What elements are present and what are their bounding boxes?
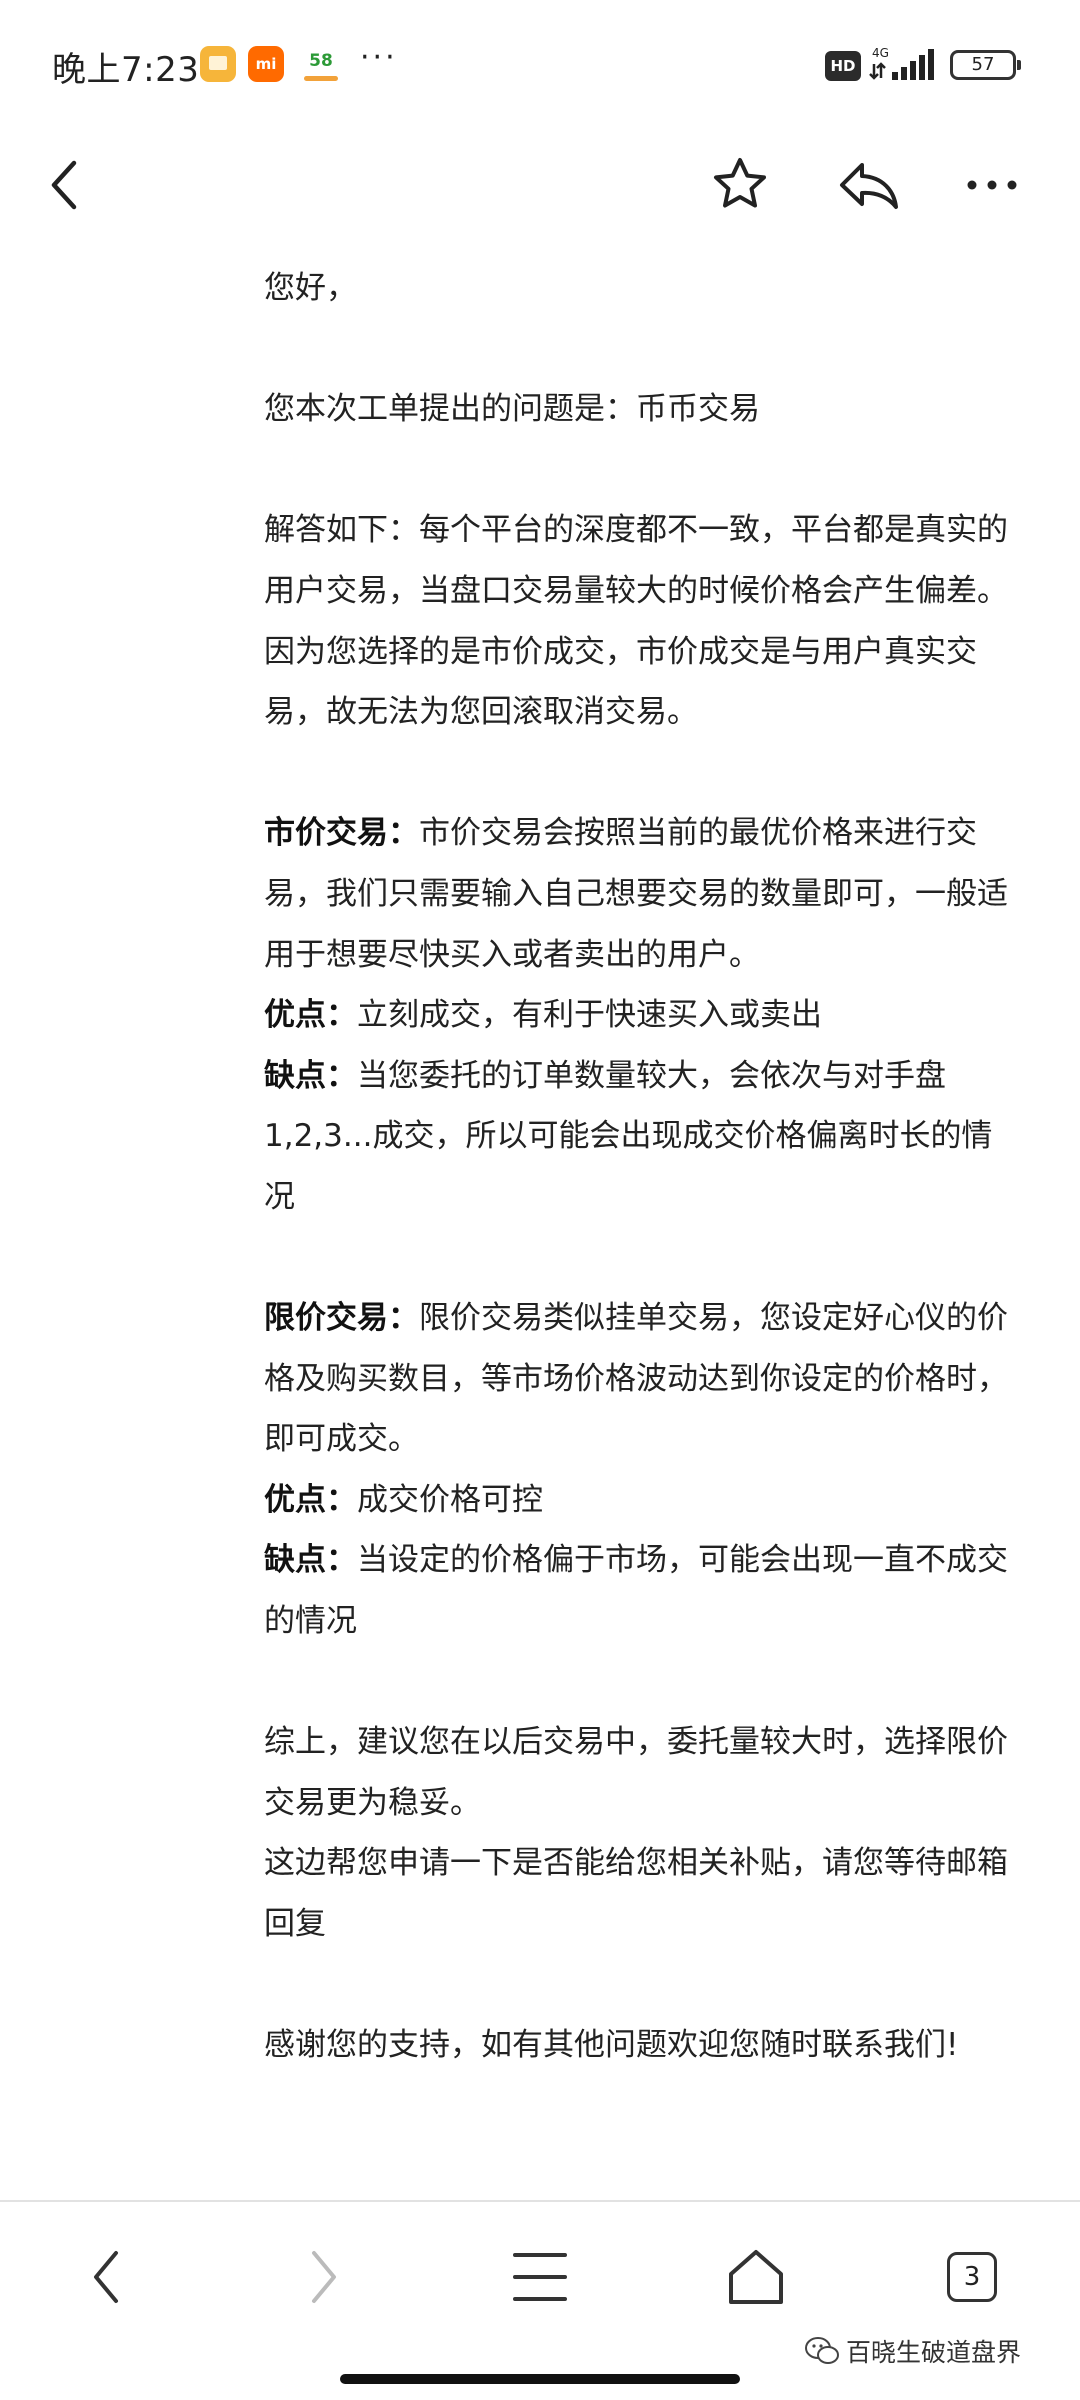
favorite-button[interactable] xyxy=(690,135,790,235)
battery-icon: 57 xyxy=(950,50,1021,80)
market-cons-text: 当您委托的订单数量较大，会依次与对手盘1,2,3...成交，所以可能会出现成交价… xyxy=(264,1057,993,1215)
menu-icon xyxy=(513,2253,567,2301)
message-body: 您好， 您本次工单提出的问题是：币币交易 解答如下：每个平台的深度都不一致，平台… xyxy=(264,258,1014,2076)
mi-app-icon: mi xyxy=(248,46,284,82)
answer-paragraph-2: 因为您选择的是市价成交，市价成交是与用户真实交易，故无法为您回滚取消交易。 xyxy=(264,633,977,731)
back-button[interactable] xyxy=(14,135,114,235)
subsidy-paragraph: 这边帮您申请一下是否能给您相关补贴，请您等待邮箱回复 xyxy=(264,1845,1008,1943)
signal-bar-5 xyxy=(928,49,934,80)
screen: 晚上7:23 mi 58 ··· HD 4G 57 您好， 您本次工单提出的问题… xyxy=(0,0,1080,2400)
tab-count-badge: 3 xyxy=(947,2252,997,2302)
signal-bar-4 xyxy=(919,55,925,80)
nav-home-button[interactable] xyxy=(696,2202,816,2352)
issue-line: 您本次工单提出的问题是：币币交易 xyxy=(264,391,760,428)
market-cons: 缺点：当您委托的订单数量较大，会依次与对手盘1,2,3...成交，所以可能会出现… xyxy=(264,1046,1014,1228)
limit-pros-text: 成交价格可控 xyxy=(357,1481,543,1518)
limit-pros: 优点：成交价格可控 xyxy=(264,1470,1014,1531)
bottom-navigation: 3 xyxy=(0,2202,1080,2352)
limit-order-paragraph: 限价交易：限价交易类似挂单交易，您设定好心仪的价格及购买数目，等市场价格波动达到… xyxy=(264,1288,1014,1470)
market-pros-text: 立刻成交，有利于快速买入或卖出 xyxy=(357,997,822,1034)
market-order-label: 市价交易： xyxy=(264,815,419,852)
chevron-right-icon xyxy=(312,2251,336,2303)
notes-app-icon xyxy=(200,46,236,82)
market-pros-label: 优点： xyxy=(264,997,357,1034)
market-cons-label: 缺点： xyxy=(264,1057,357,1094)
58-app-badge xyxy=(304,76,338,81)
answer-paragraph: 解答如下：每个平台的深度都不一致，平台都是真实的用户交易，当盘口交易量较大的时候… xyxy=(264,512,1008,609)
more-horizontal-icon xyxy=(967,180,1017,190)
home-icon xyxy=(729,2250,783,2304)
nav-tabs-button[interactable]: 3 xyxy=(912,2202,1032,2352)
network-type-label: 4G xyxy=(872,46,889,60)
market-pros: 优点：立刻成交，有利于快速买入或卖出 xyxy=(264,985,1014,1046)
reply-button[interactable] xyxy=(818,135,918,235)
more-notifications-icon: ··· xyxy=(360,40,398,75)
limit-pros-label: 优点： xyxy=(264,1481,357,1518)
limit-cons-text: 当设定的价格偏于市场，可能会出现一直不成交的情况 xyxy=(264,1542,1008,1640)
greeting: 您好， xyxy=(264,270,357,306)
nav-back-button[interactable] xyxy=(46,2202,166,2352)
top-toolbar xyxy=(0,135,1080,235)
chevron-left-icon xyxy=(51,160,77,210)
limit-cons: 缺点：当设定的价格偏于市场，可能会出现一直不成交的情况 xyxy=(264,1530,1014,1651)
hd-icon: HD xyxy=(825,51,861,81)
market-order-paragraph: 市价交易：市价交易会按照当前的最优价格来进行交易，我们只需要输入自己想要交易的数… xyxy=(264,803,1014,985)
watermark-text: 百晓生破道盘界 xyxy=(846,2338,1022,2367)
home-indicator[interactable] xyxy=(340,2374,740,2384)
nav-menu-button[interactable] xyxy=(480,2202,600,2352)
signal-bar-1 xyxy=(892,72,898,80)
star-outline-icon xyxy=(714,158,766,208)
58-app-label: 58 xyxy=(309,51,333,71)
signal-bar-2 xyxy=(901,67,907,80)
summary-paragraph: 综上，建议您在以后交易中，委托量较大时，选择限价交易更为稳妥。 xyxy=(264,1724,1008,1821)
upload-arrow xyxy=(876,62,886,78)
limit-order-label: 限价交易： xyxy=(264,1300,419,1337)
nav-forward-button[interactable] xyxy=(264,2202,384,2352)
closing-paragraph: 感谢您的支持，如有其他问题欢迎您随时联系我们! xyxy=(264,2027,959,2064)
signal-bar-3 xyxy=(910,61,916,80)
watermark: 百晓生破道盘界 xyxy=(804,2333,1021,2369)
limit-cons-label: 缺点： xyxy=(264,1542,357,1579)
status-time: 晚上7:23 xyxy=(52,50,200,90)
reply-arrow-icon xyxy=(840,163,898,209)
download-arrow xyxy=(869,64,879,80)
58-app-icon: 58 xyxy=(300,46,342,82)
signal-icon: 4G xyxy=(869,46,934,80)
status-bar: 晚上7:23 mi 58 ··· HD 4G 57 xyxy=(0,0,1080,135)
chevron-left-icon xyxy=(94,2251,118,2303)
more-button[interactable] xyxy=(942,135,1042,235)
wechat-icon xyxy=(805,2337,839,2364)
